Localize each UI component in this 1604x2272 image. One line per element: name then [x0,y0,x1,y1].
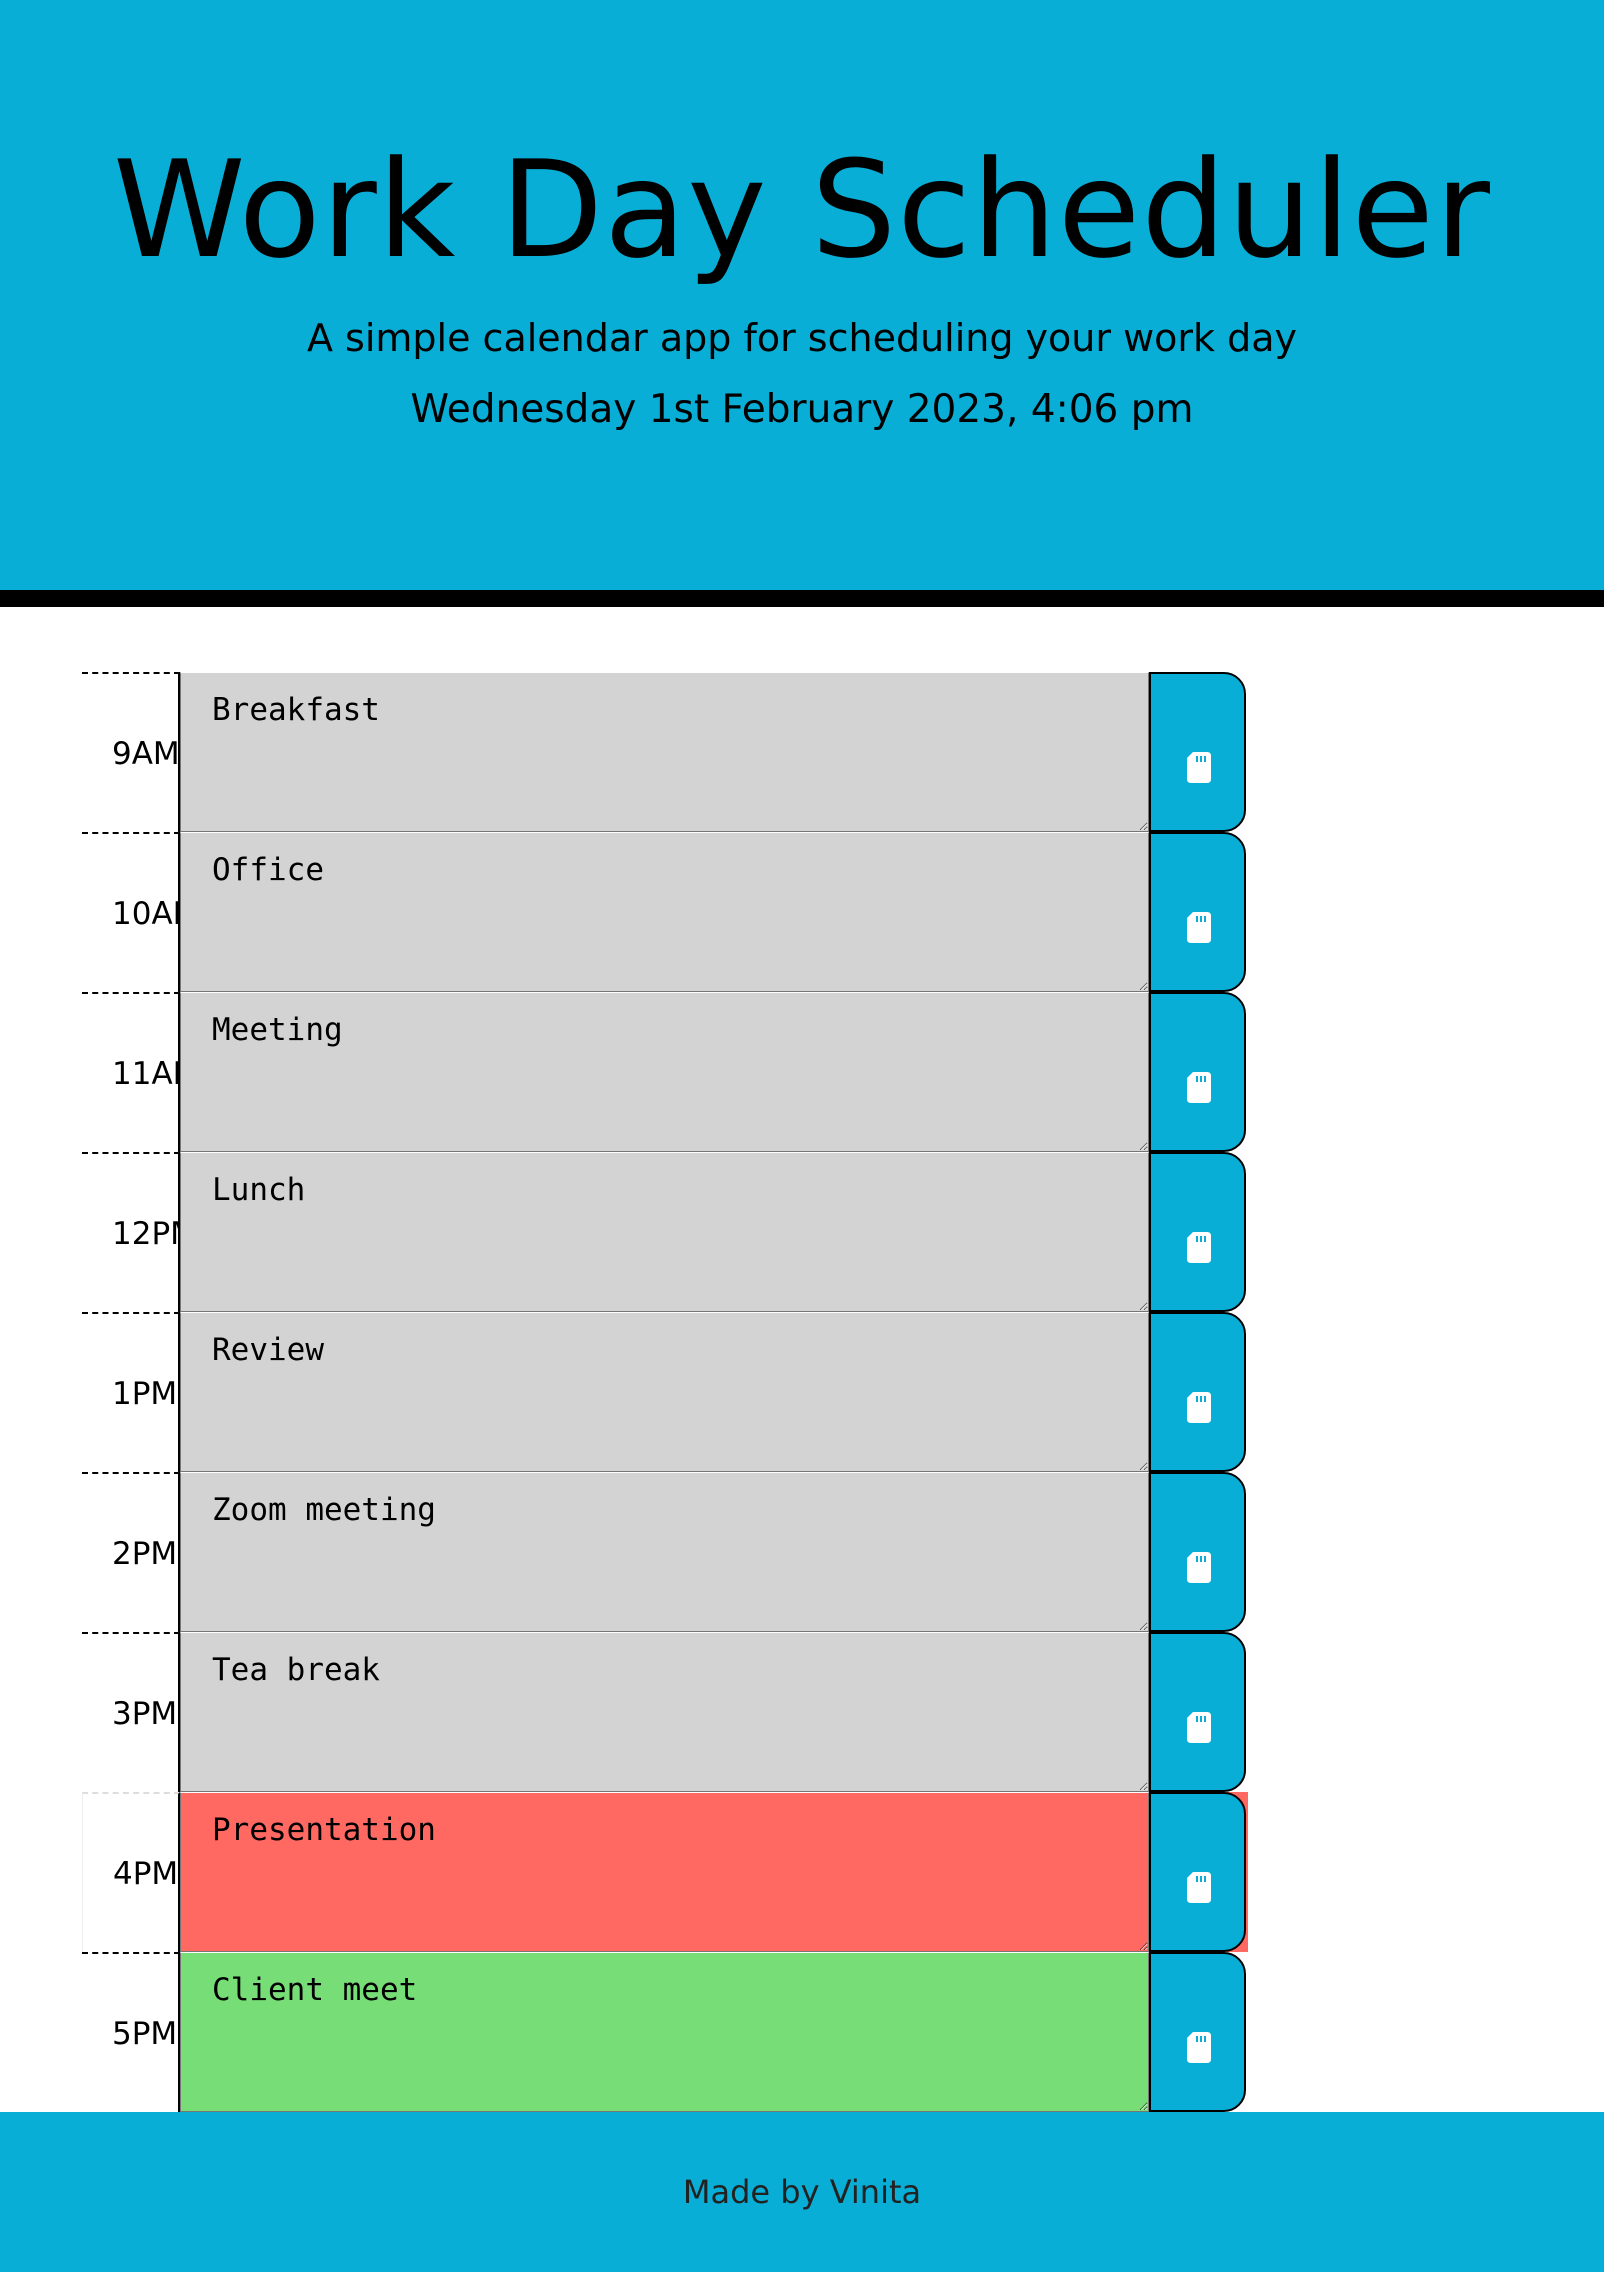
current-date: Wednesday 1st February 2023, 4:06 pm [410,387,1194,432]
hour-label: 12PM [82,1152,180,1312]
save-button[interactable] [1149,672,1246,832]
save-button[interactable] [1149,992,1246,1152]
hour-label: 2PM [82,1472,180,1632]
save-button[interactable] [1149,1472,1246,1632]
event-description[interactable]: Office [180,832,1149,992]
save-icon [1187,912,1211,943]
hour-label: 4PM [82,1792,180,1952]
save-icon [1187,1072,1211,1103]
hour-label: 5PM [82,1952,180,2112]
event-description[interactable]: Zoom meeting [180,1472,1149,1632]
event-description[interactable]: Presentation [180,1792,1149,1952]
timeblock-row: 12PM Lunch [82,1152,1246,1312]
timeblock-row: 1PM Review [82,1312,1246,1472]
timeblock-row: 9AM Breakfast [82,672,1246,832]
hour-label: 9AM [82,672,180,832]
timeblock-row: 5PM Client meet [82,1952,1246,2112]
timeblock-row: 3PM Tea break [82,1632,1246,1792]
page-title: Work Day Scheduler [113,132,1491,288]
timeblock-row: 2PM Zoom meeting [82,1472,1246,1632]
hour-label: 11AM [82,992,180,1152]
save-icon [1187,1552,1211,1583]
save-icon [1187,1232,1211,1263]
header-divider [0,590,1604,607]
save-button[interactable] [1149,1312,1246,1472]
hour-label: 10AM [82,832,180,992]
save-icon [1187,1392,1211,1423]
save-button[interactable] [1149,1792,1246,1952]
hour-label: 1PM [82,1312,180,1472]
save-button[interactable] [1149,1632,1246,1792]
hour-label: 3PM [82,1632,180,1792]
event-description[interactable]: Tea break [180,1632,1149,1792]
page-subtitle: A simple calendar app for scheduling you… [306,316,1298,360]
save-icon [1187,752,1211,783]
timeblock-row: 10AM Office [82,832,1246,992]
event-description[interactable]: Lunch [180,1152,1149,1312]
save-button[interactable] [1149,1152,1246,1312]
footer-credit: Made by Vinita [682,2173,922,2211]
save-icon [1187,1712,1211,1743]
event-description[interactable]: Review [180,1312,1149,1472]
timeblock-row: 11AM Meeting [82,992,1246,1152]
save-icon [1187,2032,1211,2063]
event-description[interactable]: Breakfast [180,672,1149,832]
save-button[interactable] [1149,1952,1246,2112]
save-icon [1187,1872,1211,1903]
header: Work Day Scheduler A simple calendar app… [0,0,1604,590]
timeblock-row: 4PM Presentation [82,1792,1248,1952]
save-button[interactable] [1149,832,1246,992]
event-description[interactable]: Meeting [180,992,1149,1152]
event-description[interactable]: Client meet [180,1952,1149,2112]
timeblock-container: 9AM Breakfast 10AM Office 11AM Meeting 1… [82,672,1248,2112]
footer: Made by Vinita [0,2112,1604,2272]
